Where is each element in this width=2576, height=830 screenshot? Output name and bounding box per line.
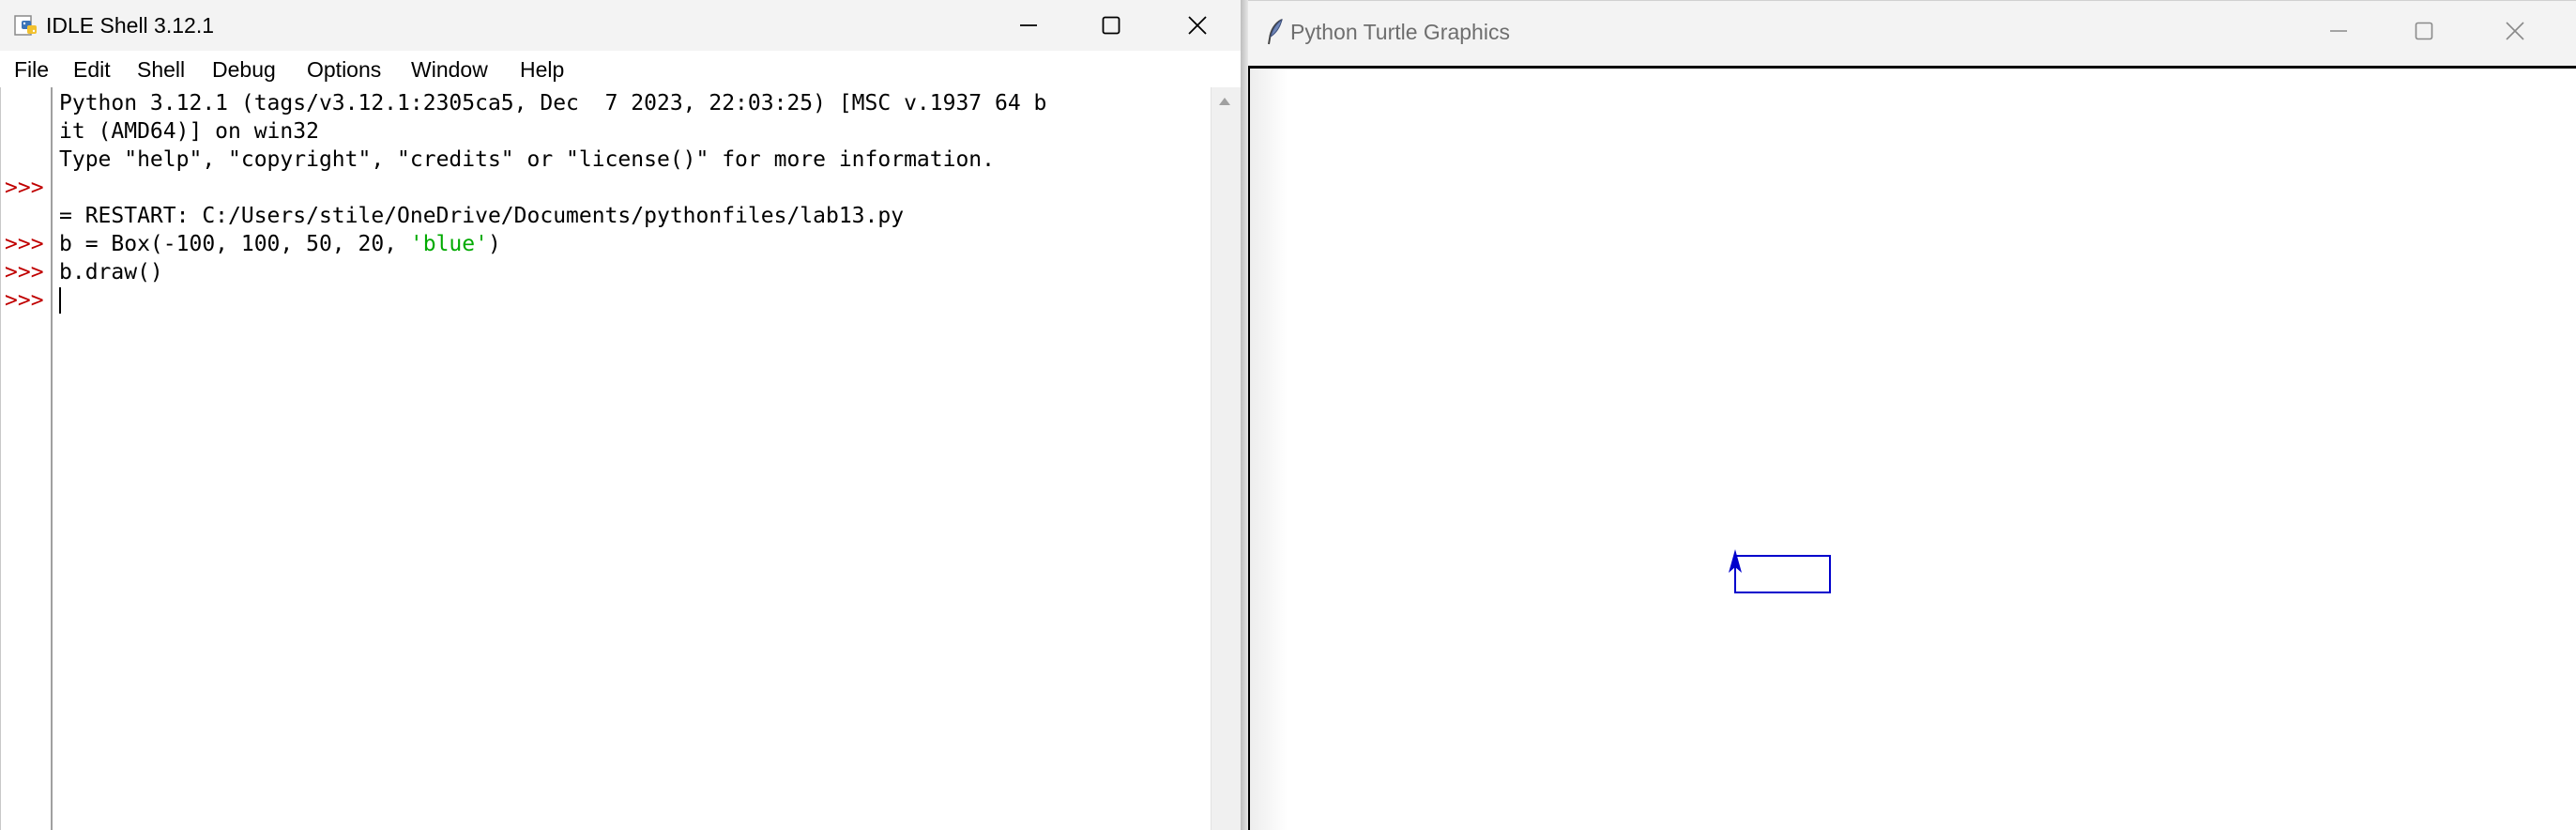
prompt: >>> (5, 260, 44, 284)
scroll-up-arrow-icon[interactable] (1219, 98, 1230, 105)
restart-line: = RESTART: C:/Users/stile/OneDrive/Docum… (59, 204, 905, 228)
idle-shell-window: IDLE Shell 3.12.1 File Edit Shell Debug … (0, 0, 1241, 830)
menu-shell[interactable]: Shell (137, 54, 185, 85)
close-icon (2506, 22, 2524, 40)
close-button[interactable] (2472, 1, 2558, 61)
turtle-canvas[interactable] (1248, 66, 2576, 830)
banner-line: it (AMD64)] on win32 (59, 119, 319, 144)
menu-options[interactable]: Options (307, 54, 381, 85)
vertical-scrollbar[interactable] (1211, 87, 1241, 830)
command-text: b = Box(-100, 100, 50, 20, (59, 232, 410, 256)
minimize-button[interactable] (2295, 1, 2382, 61)
text-cursor (59, 287, 61, 314)
minimize-button[interactable] (985, 0, 1072, 51)
turtle-title-bar[interactable]: Python Turtle Graphics (1248, 0, 2576, 66)
menu-help[interactable]: Help (520, 54, 564, 85)
python-idle-icon (14, 15, 37, 36)
drawing-surface (1729, 549, 1831, 593)
drawn-rectangle (1734, 555, 1831, 593)
shell-text-area[interactable]: Python 3.12.1 (tags/v3.12.1:2305ca5, Dec… (53, 87, 1211, 830)
maximize-button[interactable] (1068, 0, 1154, 51)
prompt-gutter: >>> >>> >>> >>> (0, 87, 53, 830)
command-line: b.draw() (59, 260, 163, 284)
idle-title-bar[interactable]: IDLE Shell 3.12.1 (0, 0, 1241, 51)
menu-edit[interactable]: Edit (73, 54, 111, 85)
close-button[interactable] (1154, 0, 1241, 51)
prompt: >>> (5, 288, 44, 313)
window-title: IDLE Shell 3.12.1 (46, 13, 215, 38)
window-title: Python Turtle Graphics (1290, 20, 1510, 44)
menu-bar: File Edit Shell Debug Options Window Hel… (0, 54, 1241, 85)
window-divider (1241, 0, 1248, 830)
minimize-icon (1020, 24, 1037, 26)
minimize-icon (2330, 30, 2347, 32)
shell-body: >>> >>> >>> >>> Python 3.12.1 (tags/v3.1… (0, 87, 1241, 830)
maximize-icon (2415, 22, 2433, 40)
command-line: b = Box(-100, 100, 50, 20, 'blue') (59, 230, 501, 258)
maximize-icon (1102, 16, 1120, 35)
menu-debug[interactable]: Debug (212, 54, 276, 85)
prompt: >>> (5, 176, 44, 200)
banner-line: Python 3.12.1 (tags/v3.12.1:2305ca5, Dec… (59, 91, 1047, 115)
maximize-button[interactable] (2381, 1, 2467, 61)
menu-window[interactable]: Window (411, 54, 488, 85)
desktop: IDLE Shell 3.12.1 File Edit Shell Debug … (0, 0, 2576, 830)
command-text: ) (487, 232, 501, 256)
string-literal: 'blue' (409, 232, 488, 256)
feather-icon (1268, 18, 1283, 45)
close-icon (1188, 16, 1207, 35)
banner-line: Type "help", "copyright", "credits" or "… (59, 147, 995, 172)
menu-file[interactable]: File (14, 54, 49, 85)
turtle-graphics-window: Python Turtle Graphics (1248, 0, 2576, 830)
prompt: >>> (5, 232, 44, 256)
